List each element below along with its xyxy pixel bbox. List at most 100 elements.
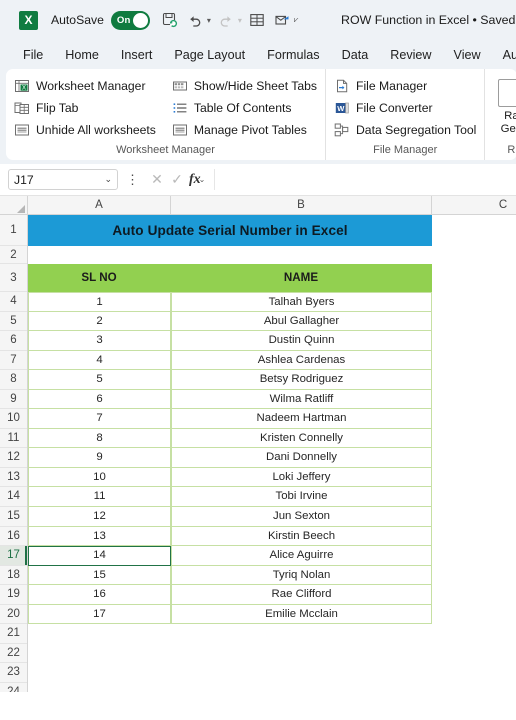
cell-C9[interactable] [432, 390, 516, 410]
button-table-of-contents[interactable]: Table Of Contents [164, 97, 325, 119]
button-flip-tab[interactable]: Flip Tab [6, 97, 164, 119]
cell-C21[interactable] [432, 624, 516, 644]
column-header-c[interactable]: C [432, 196, 516, 214]
cell-name[interactable]: Dustin Quinn [171, 331, 432, 351]
cell-sl-no-selected[interactable]: 14 [28, 546, 171, 566]
cell-name[interactable]: Tobi Irvine [171, 487, 432, 508]
cell-C19[interactable] [432, 585, 516, 605]
cell-C22[interactable] [432, 644, 516, 664]
cell-C2[interactable] [432, 246, 516, 264]
row-header-8[interactable]: 8 [0, 370, 27, 390]
cell-sl-no[interactable]: 15 [28, 565, 171, 586]
cell-C15[interactable] [432, 507, 516, 527]
column-header-a[interactable]: A [28, 196, 171, 214]
button-file-converter[interactable]: W File Converter [326, 97, 484, 119]
document-title[interactable]: ROW Function in Excel • Saved⌄ [341, 13, 516, 27]
row-header-13[interactable]: 13 [0, 467, 27, 488]
redo-icon[interactable] [215, 9, 237, 31]
row-header-24[interactable]: 24 [0, 682, 27, 692]
tab-formulas[interactable]: Formulas [256, 45, 330, 65]
undo-dropdown-icon[interactable]: ▾ [207, 16, 211, 25]
cell-C18[interactable] [432, 566, 516, 586]
row-header-5[interactable]: 5 [0, 311, 27, 332]
cell-C8[interactable] [432, 370, 516, 390]
cell-name[interactable]: Talhah Byers [171, 292, 432, 312]
row-header-23[interactable]: 23 [0, 663, 27, 683]
cell-sl-no[interactable]: 7 [28, 409, 171, 429]
cell-A23[interactable] [28, 663, 171, 683]
cell-name[interactable]: Abul Gallagher [171, 311, 432, 332]
tab-automate[interactable]: Auto [492, 45, 516, 65]
row-header-10[interactable]: 10 [0, 409, 27, 429]
cell-name[interactable]: Emilie Mcclain [171, 604, 432, 625]
button-manage-pivot-tables[interactable]: Manage Pivot Tables [164, 119, 325, 141]
row-header-21[interactable]: 21 [0, 624, 27, 644]
cell-sl-no[interactable]: 3 [28, 331, 171, 351]
undo-icon[interactable] [184, 9, 206, 31]
cell-title-banner[interactable]: Auto Update Serial Number in Excel [28, 215, 432, 246]
cell-C24[interactable] [432, 683, 516, 692]
cell-name[interactable]: Kristen Connelly [171, 428, 432, 449]
button-unhide-all-worksheets[interactable]: Unhide All worksheets [6, 119, 164, 141]
tab-view[interactable]: View [443, 45, 492, 65]
name-box-chevron-icon[interactable]: ⌄ [104, 174, 112, 185]
cell-sl-no[interactable]: 17 [28, 604, 171, 625]
cell-B2[interactable] [171, 246, 432, 264]
button-file-manager[interactable]: File Manager [326, 75, 484, 97]
row-header-16[interactable]: 16 [0, 526, 27, 547]
cell-C13[interactable] [432, 468, 516, 488]
row-header-1[interactable]: 1 [0, 215, 27, 246]
cell-name[interactable]: Alice Aguirre [171, 546, 432, 566]
cell-A24[interactable] [28, 683, 171, 692]
button-show-hide-sheet-tabs[interactable]: Show/Hide Sheet Tabs [164, 75, 325, 97]
row-header-20[interactable]: 20 [0, 604, 27, 625]
tab-page-layout[interactable]: Page Layout [163, 45, 256, 65]
save-icon[interactable] [159, 9, 181, 31]
table-header-sl-no[interactable]: SL NO [28, 264, 171, 292]
cell-sl-no[interactable]: 2 [28, 311, 171, 332]
formula-input[interactable] [214, 169, 516, 190]
row-header-2[interactable]: 2 [0, 246, 27, 264]
cell-C6[interactable] [432, 331, 516, 351]
cell-name[interactable]: Tyriq Nolan [171, 565, 432, 586]
email-icon[interactable] [271, 9, 293, 31]
formula-bar-options-icon[interactable]: ⋮ [126, 173, 139, 186]
autosave-toggle[interactable]: On [110, 10, 150, 30]
cell-sl-no[interactable]: 13 [28, 526, 171, 547]
cell-name[interactable]: Nadeem Hartman [171, 409, 432, 429]
confirm-formula-icon[interactable]: ✓ [167, 171, 187, 188]
row-header-4[interactable]: 4 [0, 292, 27, 312]
cell-A22[interactable] [28, 644, 171, 664]
formula-bar-chevron-icon[interactable]: ⌄ [199, 175, 206, 184]
row-header-12[interactable]: 12 [0, 448, 27, 468]
table-icon[interactable] [246, 9, 268, 31]
cell-B23[interactable] [171, 663, 432, 683]
cell-name[interactable]: Kirstin Beech [171, 526, 432, 547]
cell-sl-no[interactable]: 16 [28, 585, 171, 605]
cell-C5[interactable] [432, 312, 516, 332]
tab-file[interactable]: File [12, 45, 54, 65]
name-box[interactable]: J17 ⌄ [8, 169, 118, 190]
cell-sl-no[interactable]: 4 [28, 350, 171, 371]
cell-sl-no[interactable]: 12 [28, 507, 171, 527]
cell-name[interactable]: Betsy Rodriguez [171, 370, 432, 390]
row-header-14[interactable]: 14 [0, 487, 27, 508]
cell-name[interactable]: Dani Donnelly [171, 448, 432, 468]
table-header-name[interactable]: NAME [171, 264, 432, 292]
cell-C7[interactable] [432, 351, 516, 371]
cell-B21[interactable] [171, 624, 432, 644]
row-header-6[interactable]: 6 [0, 331, 27, 351]
cell-sl-no[interactable]: 5 [28, 370, 171, 390]
cell-C1[interactable] [432, 215, 516, 246]
cell-sl-no[interactable]: 1 [28, 292, 171, 312]
cell-C23[interactable] [432, 663, 516, 683]
cell-sl-no[interactable]: 8 [28, 428, 171, 449]
cancel-formula-icon[interactable]: ✕ [147, 171, 167, 188]
button-data-segregation-tool[interactable]: Data Segregation Tool [326, 119, 484, 141]
row-header-7[interactable]: 7 [0, 350, 27, 371]
cell-C16[interactable] [432, 527, 516, 547]
cell-C20[interactable] [432, 605, 516, 625]
button-random-generator[interactable]: Ra Gen [485, 75, 516, 136]
row-header-3[interactable]: 3 [0, 264, 27, 292]
redo-dropdown-icon[interactable]: ▾ [238, 16, 242, 25]
